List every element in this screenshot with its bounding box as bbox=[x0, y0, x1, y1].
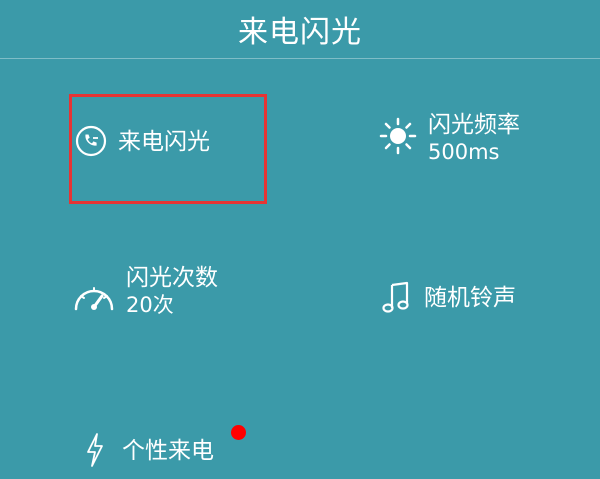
lightning-icon bbox=[84, 432, 106, 472]
page-title: 来电闪光 bbox=[238, 15, 362, 50]
custom-incoming-label: 个性来电 bbox=[122, 438, 214, 465]
speedometer-icon bbox=[72, 279, 116, 317]
flash-frequency-label: 闪光频率 bbox=[428, 112, 520, 138]
flash-count-label: 闪光次数 bbox=[126, 265, 218, 291]
custom-incoming-tile[interactable]: 个性来电 bbox=[84, 432, 214, 472]
flash-frequency-tile[interactable]: 闪光频率 500ms bbox=[378, 112, 520, 165]
random-ringtone-tile[interactable]: 随机铃声 bbox=[380, 280, 516, 318]
music-note-icon bbox=[380, 280, 414, 318]
flash-frequency-value: 500ms bbox=[428, 139, 500, 164]
notification-badge bbox=[231, 425, 246, 440]
header-bar: 来电闪光 bbox=[0, 0, 600, 59]
flash-count-value: 20次 bbox=[126, 292, 174, 317]
selection-highlight bbox=[69, 94, 267, 204]
sun-icon bbox=[378, 116, 418, 160]
flash-count-tile[interactable]: 闪光次数 20次 bbox=[72, 265, 218, 318]
random-ringtone-label: 随机铃声 bbox=[424, 285, 516, 312]
